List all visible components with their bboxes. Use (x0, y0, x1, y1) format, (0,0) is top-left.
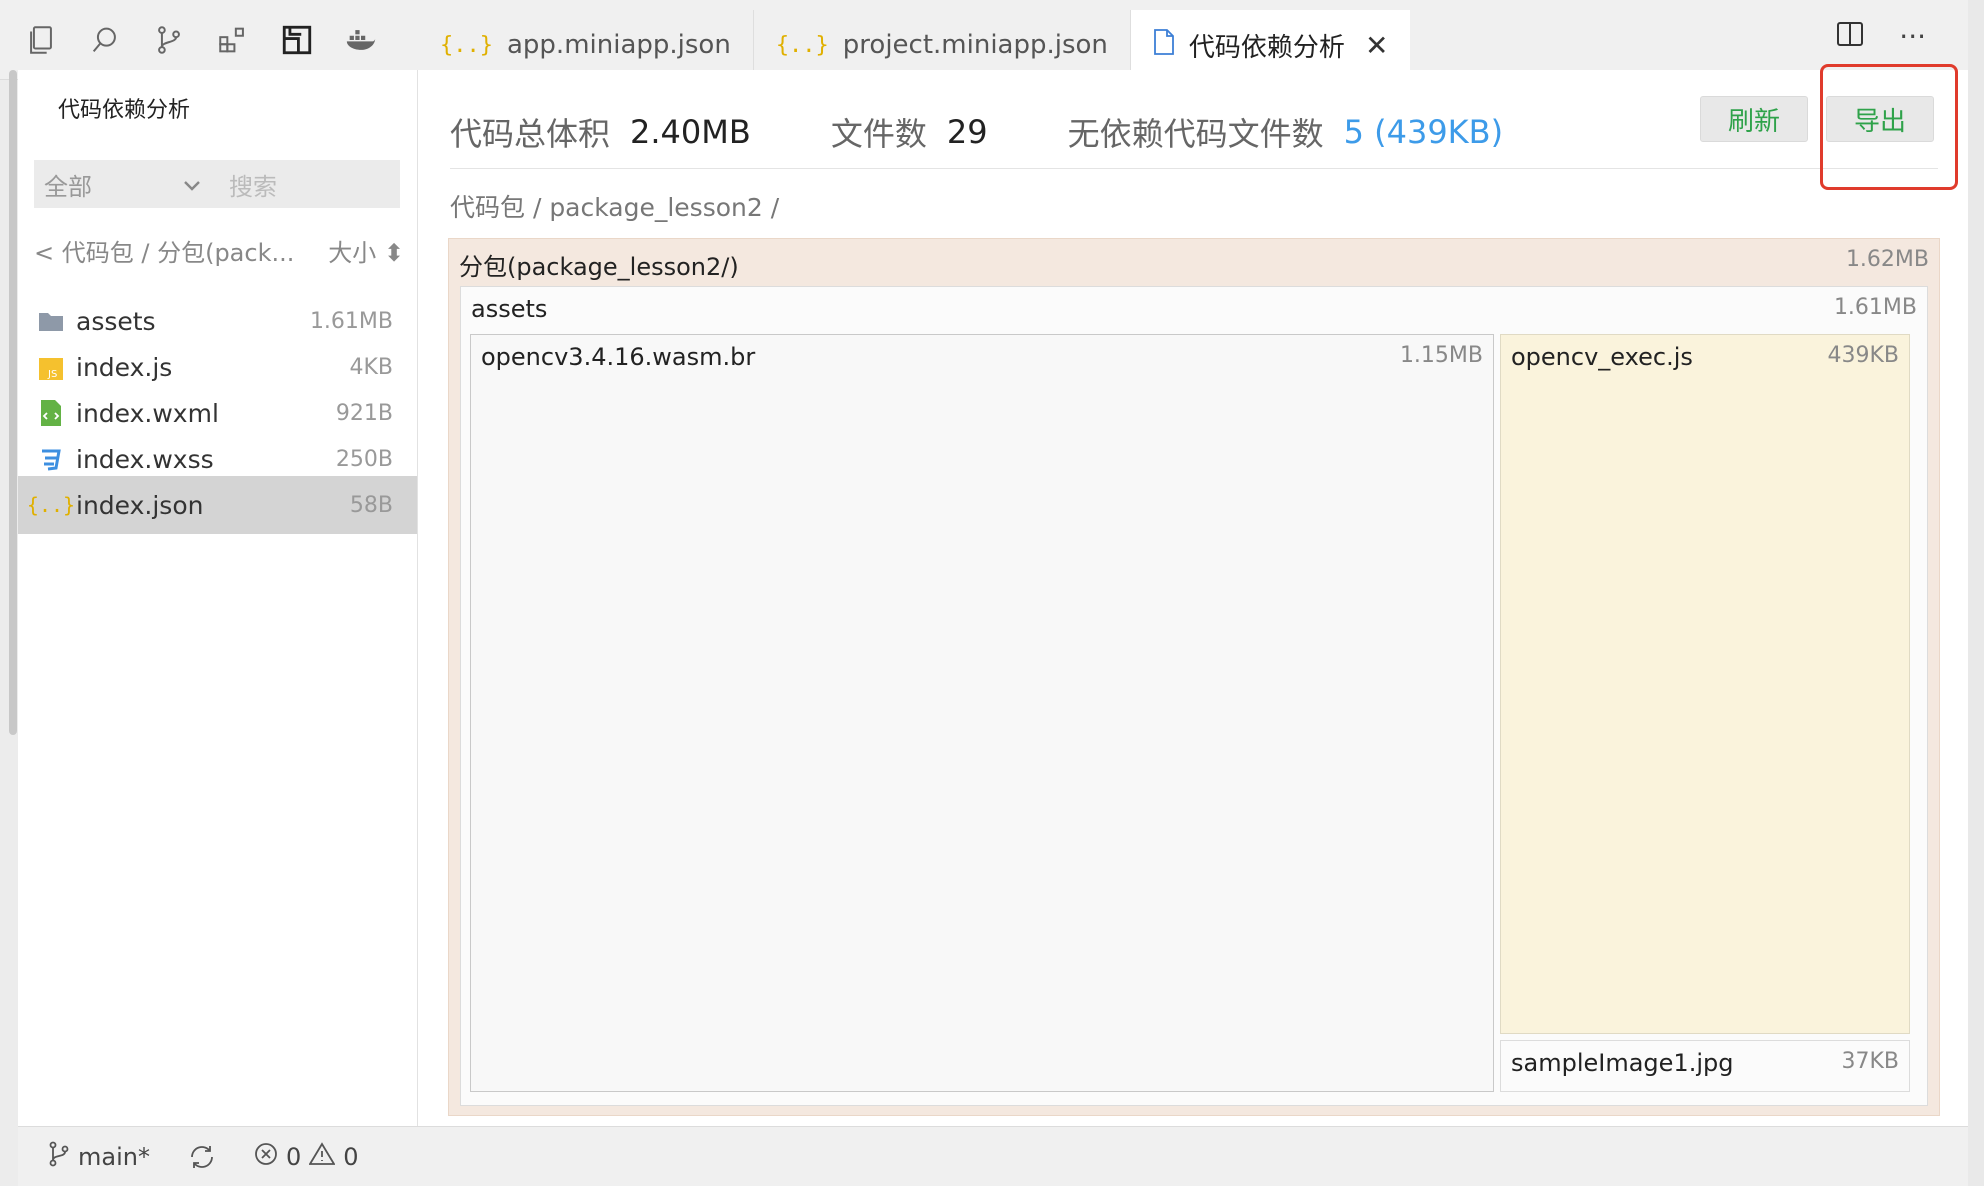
file-size: 250B (335, 446, 393, 472)
more-actions-icon[interactable]: ··· (1899, 20, 1926, 53)
problems-indicator[interactable]: 0 0 (254, 1141, 359, 1172)
treemap-size: 439KB (1827, 343, 1899, 368)
panel-title: 代码依赖分析 (58, 98, 191, 123)
file-size: 921B (335, 400, 393, 426)
breadcrumb: < 代码包 / 分包(pack... 大小 ⬍ (34, 230, 404, 270)
docker-icon[interactable] (338, 18, 384, 62)
file-name: assets (76, 306, 156, 336)
git-branch-icon (48, 1141, 70, 1173)
chevron-down-icon (183, 170, 201, 198)
js-file-icon: JS (36, 352, 66, 382)
treemap-size: 1.62MB (1845, 247, 1929, 272)
branch-indicator[interactable]: main* (48, 1141, 150, 1173)
wxml-file-icon (36, 398, 66, 428)
no-dependency-label: 无依赖代码文件数 (1067, 115, 1324, 153)
treemap-label: assets (471, 295, 548, 323)
treemap-wasm[interactable]: opencv3.4.16.wasm.br 1.15MB (470, 334, 1494, 1092)
summary-bar: 代码总体积 2.40MB 文件数 29 无依赖代码文件数 5 (439KB) (450, 102, 1583, 162)
status-bar: main* 0 0 (18, 1126, 1968, 1186)
file-count-value: 29 (946, 113, 988, 151)
sync-icon[interactable] (188, 1144, 216, 1170)
treemap-label: sampleImage1.jpg (1511, 1049, 1734, 1077)
source-control-icon[interactable] (146, 18, 192, 62)
file-size: 4KB (349, 354, 393, 380)
folder-icon (36, 306, 66, 336)
treemap-label: 分包(package_lesson2/) (459, 253, 739, 281)
json-file-icon: {..} (26, 493, 76, 517)
file-name: index.wxss (76, 444, 214, 474)
filter-bar: 全部 搜索 (34, 160, 400, 208)
file-name: index.wxml (76, 398, 219, 428)
error-icon (254, 1142, 278, 1172)
tab-label: project.miniapp.json (842, 30, 1108, 60)
treemap-opencv-exec[interactable]: opencv_exec.js 439KB (1500, 334, 1910, 1034)
list-item-selected[interactable]: {..} index.json 58B (18, 476, 417, 534)
treemap-size: 1.15MB (1399, 343, 1483, 368)
no-dependency-link[interactable]: 5 (439KB) (1344, 113, 1504, 151)
error-count: 0 (285, 1142, 302, 1171)
branch-name: main* (78, 1142, 150, 1171)
warning-count: 0 (343, 1142, 359, 1171)
svg-text:JS: JS (47, 369, 57, 380)
treemap-sample-image[interactable]: sampleImage1.jpg 37KB (1500, 1040, 1910, 1092)
right-edge (1968, 0, 1984, 1186)
css-file-icon (36, 444, 66, 474)
editor-actions: ··· (1837, 20, 1926, 53)
file-list-panel: 代码依赖分析 全部 搜索 < 代码包 / 分包(pack... 大小 ⬍ ass… (18, 70, 418, 1126)
title-bar: {..} app.miniapp.json {..} project.minia… (0, 0, 1984, 80)
left-scrollbar[interactable] (9, 70, 17, 735)
file-size: 1.61MB (309, 308, 393, 334)
code-analysis-icon[interactable] (274, 18, 320, 62)
search-input[interactable]: 搜索 (219, 167, 277, 202)
file-name: index.js (76, 352, 173, 382)
json-braces-icon: {..} (440, 32, 493, 58)
treemap-label: opencv_exec.js (1511, 343, 1693, 371)
divider (450, 168, 1938, 169)
activity-bar (18, 18, 418, 62)
tab-label: app.miniapp.json (506, 30, 731, 60)
breadcrumb-back[interactable]: < 代码包 / 分包(pack... (34, 233, 294, 268)
refresh-button[interactable]: 刷新 (1700, 96, 1808, 142)
treemap-size: 37KB (1841, 1049, 1899, 1074)
file-icon (1153, 28, 1175, 62)
sort-by-size[interactable]: 大小 ⬍ (328, 233, 404, 268)
type-filter-select[interactable]: 全部 (34, 167, 219, 202)
json-braces-icon: {..} (775, 32, 829, 58)
export-highlight-box (1820, 64, 1958, 190)
treemap-label: opencv3.4.16.wasm.br (481, 343, 756, 371)
warning-icon (308, 1141, 336, 1172)
explorer-icon[interactable] (18, 18, 64, 62)
treemap-size: 1.61MB (1833, 295, 1917, 320)
package-path: 代码包 / package_lesson2 / (450, 193, 780, 222)
split-editor-icon[interactable] (1837, 20, 1864, 53)
file-size: 58B (349, 492, 393, 518)
extensions-icon[interactable] (210, 18, 256, 62)
search-icon[interactable] (82, 18, 128, 62)
file-name: index.json (76, 490, 204, 520)
close-icon[interactable]: ✕ (1365, 29, 1388, 62)
filter-value: 全部 (44, 172, 92, 201)
analysis-panel: 代码总体积 2.40MB 文件数 29 无依赖代码文件数 5 (439KB) 刷… (418, 70, 1968, 1126)
file-count-label: 文件数 (830, 115, 927, 153)
total-size-label: 代码总体积 (450, 115, 611, 153)
total-size-value: 2.40MB (630, 113, 751, 151)
tab-label: 代码依赖分析 (1188, 32, 1345, 63)
